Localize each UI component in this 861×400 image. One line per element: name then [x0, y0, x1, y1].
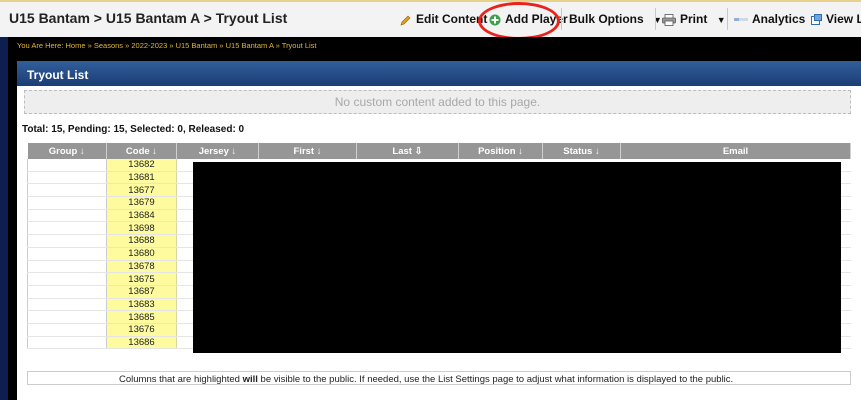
printer-icon [662, 13, 676, 26]
code-cell: 13679 [106, 196, 177, 210]
tryout-list-panel: Tryout List No custom content added to t… [17, 61, 861, 400]
group-cell [27, 323, 107, 337]
footnote-text-end: be visible to the public. If needed, use… [257, 374, 734, 385]
footnote-text-start: Columns that are highlighted [119, 374, 243, 385]
totals-summary: Total: 15, Pending: 15, Selected: 0, Rel… [22, 124, 245, 135]
public-visibility-note: Columns that are highlighted will be vis… [119, 374, 733, 385]
bulk-options-dropdown[interactable]: Bulk Options ▼ [569, 8, 662, 30]
column-header-jersey[interactable]: Jersey ↓ [176, 143, 259, 159]
code-cell: 13686 [106, 336, 177, 350]
group-cell [27, 336, 107, 350]
code-cell: 13698 [106, 221, 177, 236]
analytics-button[interactable]: Analytics [734, 8, 805, 30]
column-header-position[interactable]: Position ↓ [458, 143, 543, 159]
bulk-options-label: Bulk Options [569, 12, 644, 26]
group-cell [27, 171, 107, 185]
column-header-last[interactable]: Last ⇩ [356, 143, 459, 159]
code-cell: 13688 [106, 234, 177, 248]
external-window-icon [811, 14, 822, 26]
group-cell [27, 247, 107, 261]
group-cell [27, 234, 107, 248]
panel-title: Tryout List [27, 68, 89, 82]
analytics-icon [734, 17, 748, 21]
code-cell: 13684 [106, 209, 177, 223]
group-cell [27, 298, 107, 312]
page-title: U15 Bantam > U15 Bantam A > Tryout List [9, 10, 288, 26]
column-header-group[interactable]: Group ↓ [27, 143, 107, 159]
caret-down-icon: ▼ [716, 15, 726, 25]
top-toolbar: U15 Bantam > U15 Bantam A > Tryout List … [0, 0, 861, 40]
column-header-email: Email [620, 143, 851, 159]
left-nav-strip [0, 37, 8, 400]
code-cell: 13685 [106, 310, 177, 324]
column-header-status[interactable]: Status ↓ [542, 143, 621, 159]
group-cell [27, 159, 107, 172]
toolbar-divider [727, 8, 728, 30]
red-annotation-circle [478, 2, 560, 40]
edit-content-label: Edit Content [416, 12, 488, 26]
toolbar-divider [655, 8, 656, 30]
panel-header: Tryout List [17, 61, 861, 86]
print-label: Print [680, 12, 708, 26]
code-cell: 13681 [106, 171, 177, 185]
print-dropdown[interactable]: Print ▼ [662, 8, 726, 30]
code-cell: 13683 [106, 298, 177, 312]
code-cell: 13676 [106, 323, 177, 337]
pencil-icon [400, 15, 411, 26]
group-cell [27, 272, 107, 286]
code-cell: 13682 [106, 159, 177, 172]
group-cell [27, 209, 107, 223]
view-live-label: View Liv [826, 12, 861, 26]
code-cell: 13675 [106, 272, 177, 286]
code-cell: 13678 [106, 260, 177, 274]
group-cell [27, 196, 107, 210]
edit-content-button[interactable]: Edit Content [400, 8, 487, 30]
group-cell [27, 260, 107, 274]
toolbar-divider [561, 8, 562, 30]
group-cell [27, 310, 107, 324]
custom-content-placeholder: No custom content added to this page. [24, 90, 851, 114]
group-cell [27, 221, 107, 236]
column-header-code[interactable]: Code ↓ [106, 143, 177, 159]
table-header-row: Group ↓ Code ↓ Jersey ↓ First ↓ Last ⇩ P… [27, 143, 851, 159]
top-accent-line [0, 0, 861, 2]
group-cell [27, 183, 107, 198]
code-cell: 13680 [106, 247, 177, 261]
code-cell: 13687 [106, 285, 177, 299]
footnote-emphasis: will [242, 374, 258, 385]
code-cell: 13677 [106, 183, 177, 198]
group-cell [27, 285, 107, 299]
breadcrumb[interactable]: You Are Here: Home » Seasons » 2022-2023… [17, 41, 317, 50]
analytics-label: Analytics [752, 12, 806, 26]
column-header-first[interactable]: First ↓ [258, 143, 357, 159]
view-live-button[interactable]: View Liv [811, 8, 861, 30]
redaction-block [193, 162, 841, 353]
